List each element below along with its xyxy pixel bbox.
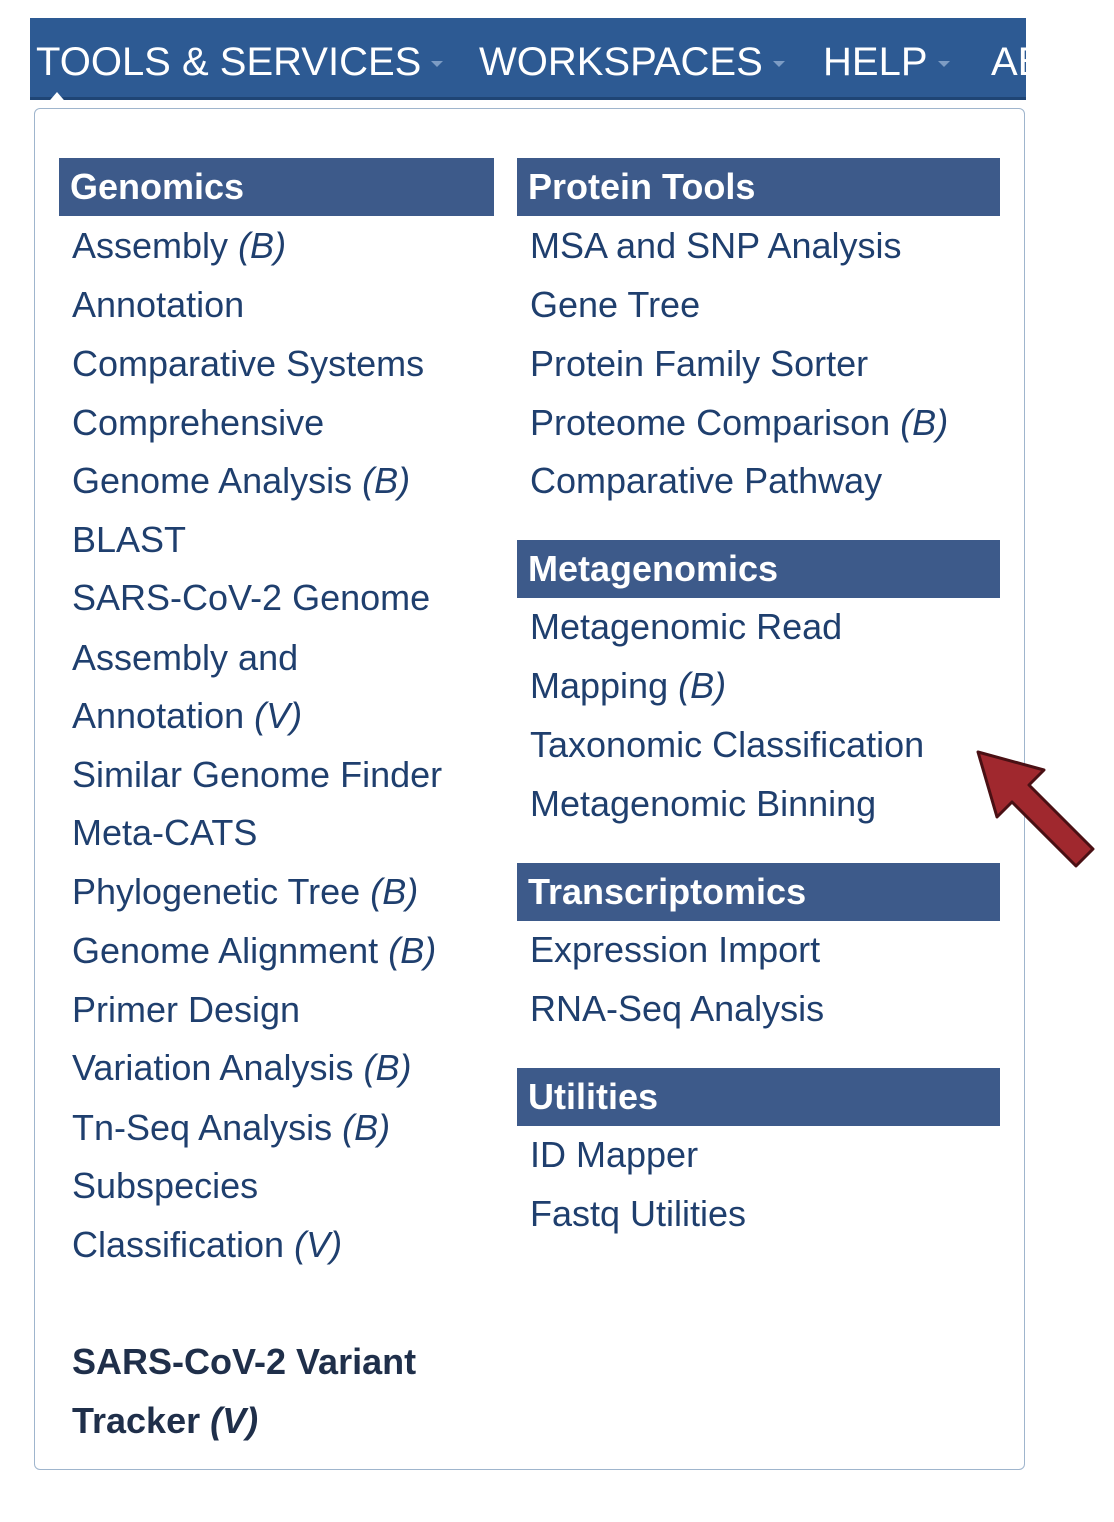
nav-help-label: HELP [823,40,928,84]
menu-item-label: Similar Genome Finder [72,754,443,795]
menu-item-genome-alignment[interactable]: Genome Alignment (B) [72,930,436,972]
protein-tools-header: Protein Tools [517,158,1000,216]
menu-item-similar-genome-finder[interactable]: Similar Genome Finder [72,754,442,796]
service-tag: (B) [362,460,411,501]
menu-item-gene-tree[interactable]: Gene Tree [530,284,700,326]
service-tag: (V) [210,1400,259,1441]
service-tag: (B) [678,665,727,706]
menu-item-sars-cov-2-assembly-cont[interactable]: Assembly and [72,637,298,679]
arrow-shape [976,750,1095,868]
menu-item-msa-snp[interactable]: MSA and SNP Analysis [530,225,902,267]
menu-item-sars-cov-2-assembly[interactable]: SARS-CoV-2 Genome [72,577,430,619]
menu-item-subspecies-classification-cont[interactable]: Classification (V) [72,1224,342,1266]
menu-item-protein-family-sorter[interactable]: Protein Family Sorter [530,343,868,385]
menu-item-variant-tracker[interactable]: SARS-CoV-2 Variant [72,1341,416,1383]
menu-item-comprehensive-genome-analysis[interactable]: Comprehensive [72,402,324,444]
metagenomics-header: Metagenomics [517,540,1000,598]
service-tag: (B) [388,930,437,971]
chevron-down-icon [431,61,444,68]
menu-item-label: Gene Tree [530,284,701,325]
menu-item-label: Comparative Systems [72,343,425,384]
menu-item-metagenomic-binning[interactable]: Metagenomic Binning [530,783,876,825]
menu-item-comparative-pathway[interactable]: Comparative Pathway [530,460,882,502]
menu-item-label: Annotation [72,284,245,325]
menu-item-assembly[interactable]: Assembly (B) [72,225,286,267]
menu-item-sars-cov-2-assembly-cont2[interactable]: Annotation (V) [72,695,302,737]
nav-about-label: AB [991,40,1026,84]
menu-item-label: Assembly [72,225,229,266]
service-tag: (B) [370,871,419,912]
menu-item-primer-design[interactable]: Primer Design [72,989,300,1031]
menu-item-meta-cats[interactable]: Meta-CATS [72,812,257,854]
arrow-icon [976,750,1095,868]
service-tag: (V) [254,695,303,736]
menu-item-label: Tracker [72,1400,201,1441]
menu-item-comprehensive-genome-analysis-cont[interactable]: Genome Analysis (B) [72,460,410,502]
service-tag: (B) [238,225,287,266]
service-tag: (B) [363,1047,412,1088]
menu-item-comparative-systems[interactable]: Comparative Systems [72,343,424,385]
menu-item-id-mapper[interactable]: ID Mapper [530,1134,698,1176]
top-navbar: TOOLS & SERVICES WORKSPACES HELP AB [30,18,1026,100]
menu-item-label: Metagenomic Binning [530,783,877,824]
menu-item-label: BLAST [72,519,187,560]
service-tag: (B) [342,1107,391,1148]
menu-item-proteome-comparison[interactable]: Proteome Comparison (B) [530,402,948,444]
menu-item-rna-seq-analysis[interactable]: RNA-Seq Analysis [530,988,824,1030]
service-tag: (B) [900,402,949,443]
service-tag: (V) [294,1224,343,1265]
menu-item-label: Protein Family Sorter [530,343,869,384]
menu-item-label: MSA and SNP Analysis [530,225,902,266]
genomics-header: Genomics [59,158,494,216]
menu-item-label: Expression Import [530,929,821,970]
menu-item-label: Taxonomic Classification [530,724,925,765]
dropdown-pointer [45,92,69,106]
menu-item-label: Mapping [530,665,669,706]
transcriptomics-header: Transcriptomics [517,863,1000,921]
menu-item-label: RNA-Seq Analysis [530,988,825,1029]
menu-item-metagenomic-read-mapping[interactable]: Metagenomic Read [530,606,842,648]
menu-item-variant-tracker-cont[interactable]: Tracker (V) [72,1400,258,1442]
menu-item-label: Proteome Comparison [530,402,891,443]
menu-item-fastq-utilities[interactable]: Fastq Utilities [530,1193,746,1235]
nav-workspaces[interactable]: WORKSPACES [479,40,785,84]
menu-item-label: SARS-CoV-2 Variant [72,1341,417,1382]
nav-tools-services[interactable]: TOOLS & SERVICES [36,40,444,84]
menu-item-variation-analysis[interactable]: Variation Analysis (B) [72,1047,412,1089]
menu-item-label: Genome Analysis [72,460,353,501]
menu-item-expression-import[interactable]: Expression Import [530,929,820,971]
menu-item-annotation[interactable]: Annotation [72,284,244,326]
menu-item-label: ID Mapper [530,1134,699,1175]
menu-item-label: Genome Alignment [72,930,379,971]
chevron-down-icon [937,61,950,68]
nav-about[interactable]: AB [991,40,1026,84]
nav-workspaces-label: WORKSPACES [479,40,763,84]
menu-item-subspecies-classification[interactable]: Subspecies [72,1165,258,1207]
menu-item-label: Tn-Seq Analysis [72,1107,333,1148]
menu-item-phylogenetic-tree[interactable]: Phylogenetic Tree (B) [72,871,418,913]
menu-item-taxonomic-classification[interactable]: Taxonomic Classification [530,724,924,766]
nav-help[interactable]: HELP [823,40,950,84]
menu-item-label: Fastq Utilities [530,1193,747,1234]
menu-item-label: SARS-CoV-2 Genome [72,577,431,618]
menu-item-label: Classification [72,1224,285,1265]
menu-item-label: Comprehensive [72,402,325,443]
menu-item-label: Subspecies [72,1165,259,1206]
menu-item-label: Phylogenetic Tree [72,871,361,912]
chevron-down-icon [772,61,785,68]
utilities-header: Utilities [517,1068,1000,1126]
menu-item-label: Comparative Pathway [530,460,883,501]
menu-item-label: Meta-CATS [72,812,258,853]
menu-item-label: Variation Analysis [72,1047,354,1088]
menu-item-label: Annotation [72,695,245,736]
menu-item-label: Metagenomic Read [530,606,843,647]
menu-item-label: Primer Design [72,989,301,1030]
menu-item-blast[interactable]: BLAST [72,519,186,561]
nav-tools-services-label: TOOLS & SERVICES [36,40,422,84]
menu-item-label: Assembly and [72,637,299,678]
menu-item-metagenomic-read-mapping-cont[interactable]: Mapping (B) [530,665,726,707]
menu-item-tn-seq-analysis[interactable]: Tn-Seq Analysis (B) [72,1107,390,1149]
